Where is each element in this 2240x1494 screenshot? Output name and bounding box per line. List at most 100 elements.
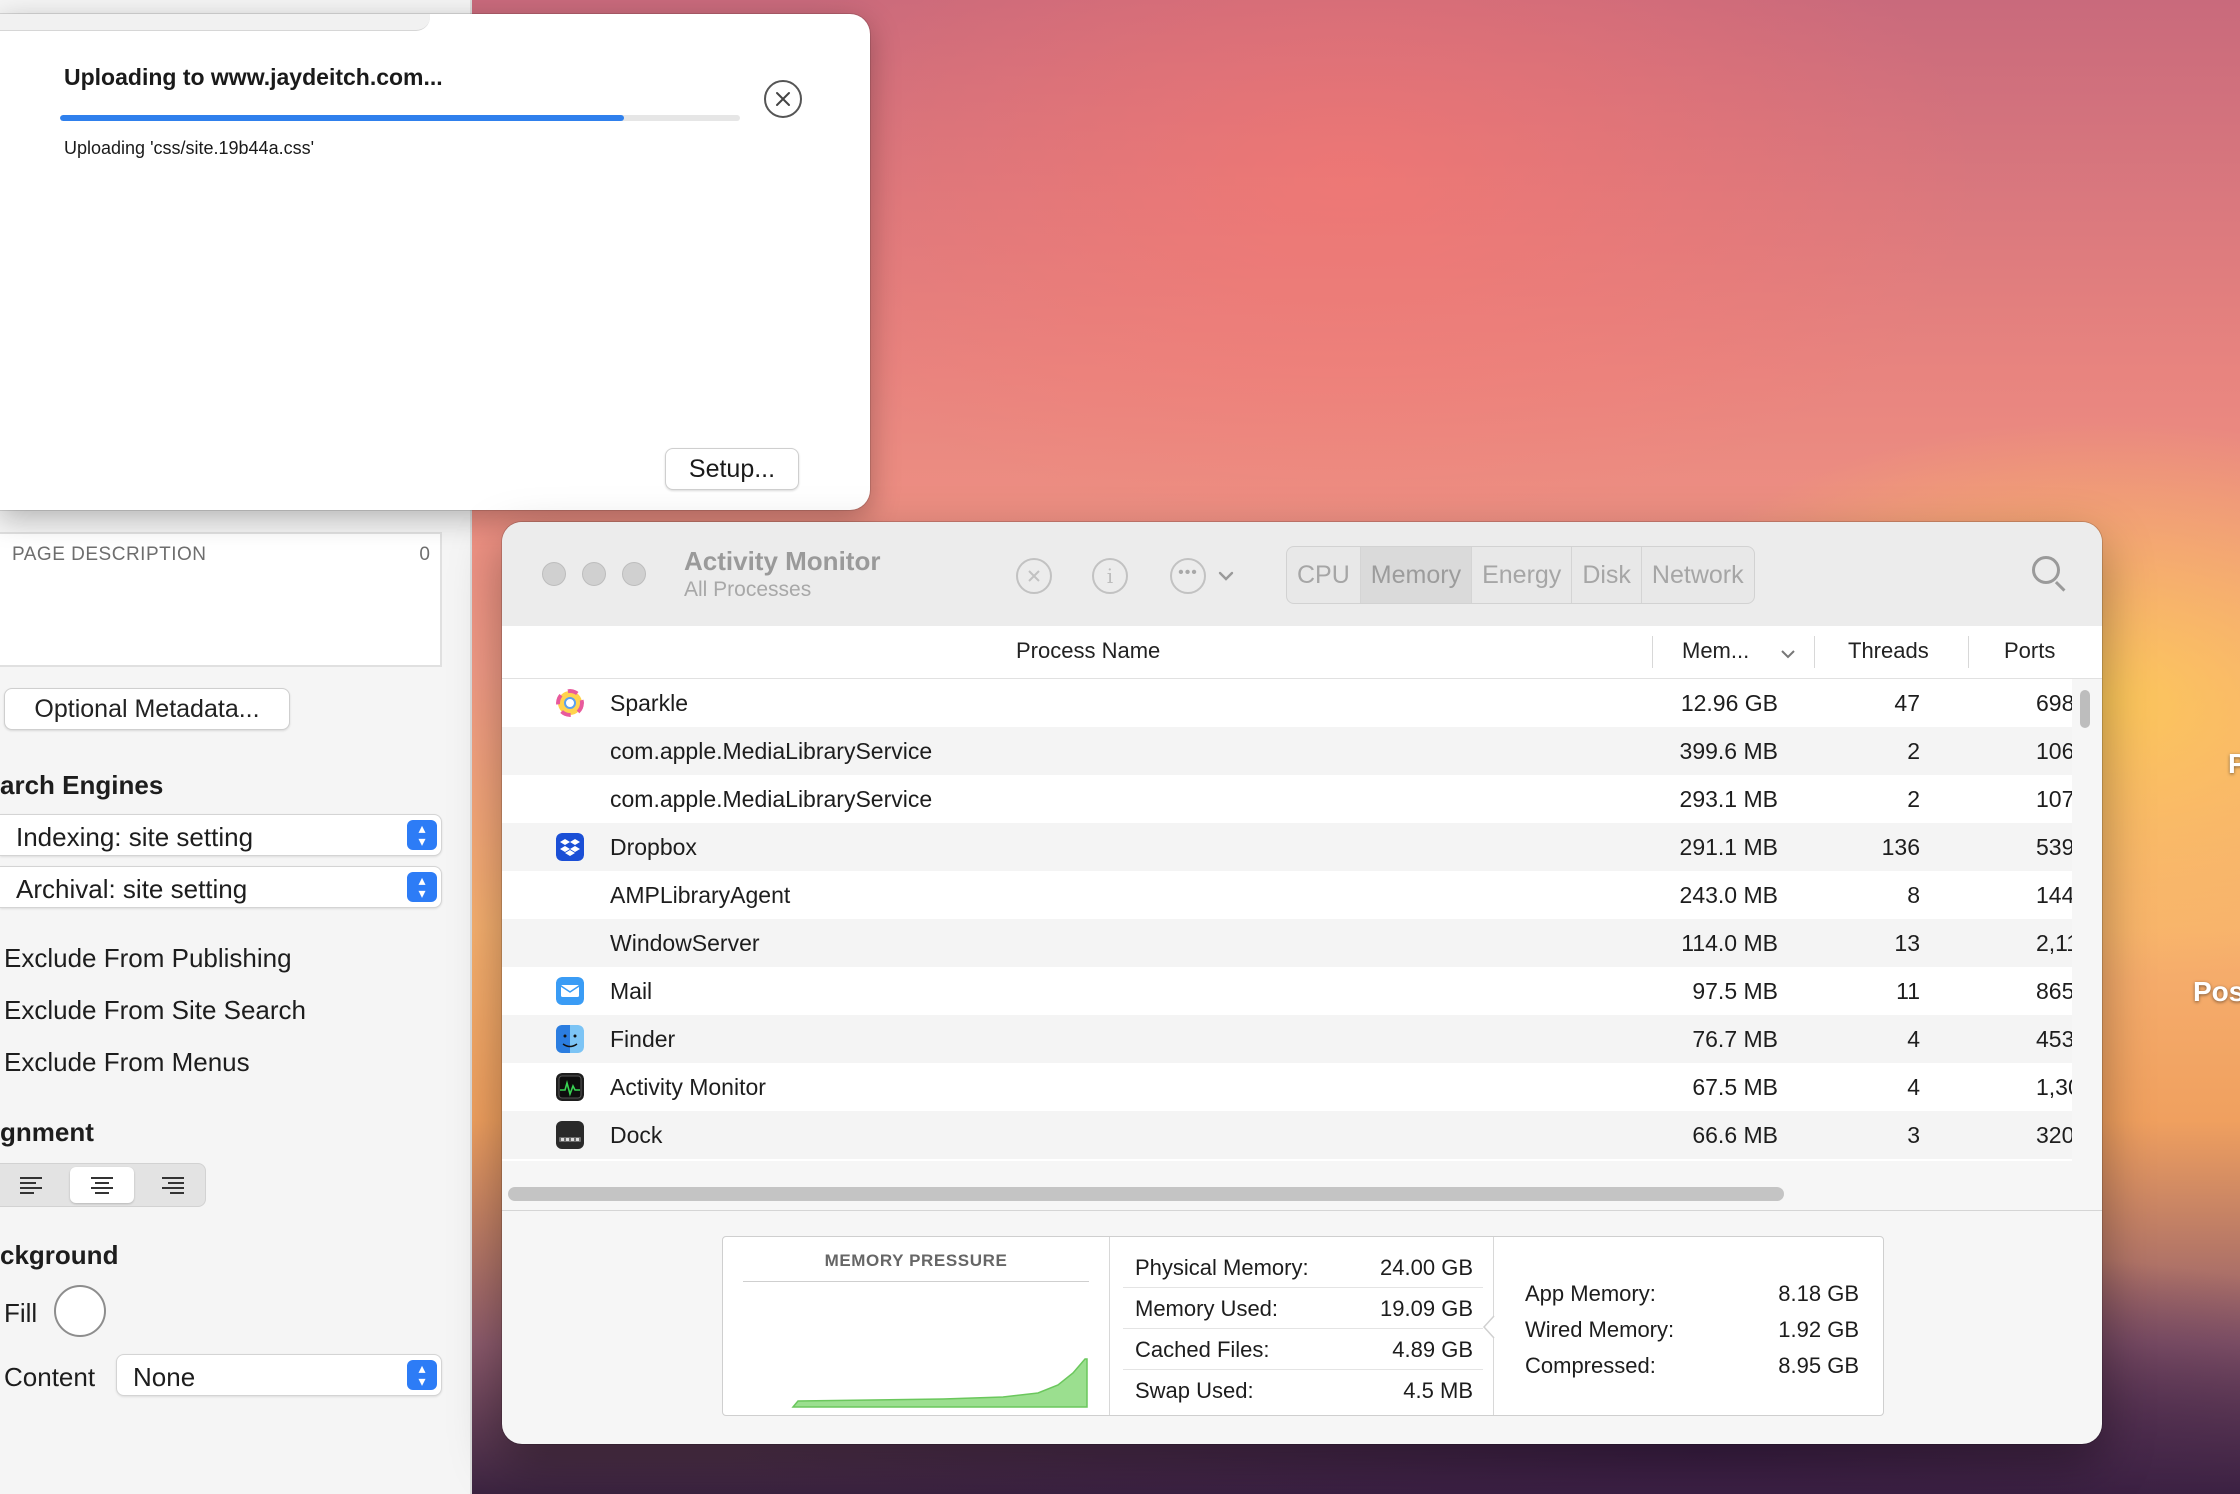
process-memory: 399.6 MB — [1679, 738, 1778, 764]
table-row[interactable]: Activity Monitor 67.5 MB 4 1,303 — [502, 1063, 2072, 1111]
process-name: com.apple.MediaLibraryService — [610, 786, 933, 812]
table-row[interactable]: Mail 97.5 MB 11 865 — [502, 967, 2072, 1015]
align-right-button[interactable] — [140, 1167, 204, 1203]
table-row[interactable]: Finder 76.7 MB 4 453 — [502, 1015, 2072, 1063]
stat-value: 8.95 GB — [1778, 1353, 1859, 1378]
process-threads: 2 — [1907, 738, 1920, 764]
window-zoom-button[interactable] — [622, 562, 646, 586]
search-icon[interactable] — [2032, 556, 2060, 584]
page-description-count: 0 — [419, 544, 430, 565]
process-name: Activity Monitor — [610, 1074, 766, 1100]
dropbox-icon — [556, 833, 584, 861]
stat-label: Wired Memory: — [1525, 1317, 1675, 1342]
tab-network[interactable]: Network — [1642, 547, 1754, 603]
background-title: ckground — [0, 1240, 119, 1270]
optional-metadata-button[interactable]: Optional Metadata... — [4, 688, 290, 730]
process-ports: 320 — [2036, 1122, 2072, 1148]
archival-stepper-icon: ▴ ▾ — [407, 872, 437, 902]
upload-sheet: Uploading to www.jaydeitch.com... Upload… — [0, 14, 870, 510]
setup-button[interactable]: Setup... — [665, 448, 799, 490]
stat-label: Compressed: — [1525, 1353, 1656, 1378]
align-center-button[interactable] — [70, 1167, 134, 1203]
process-name: Dropbox — [610, 834, 697, 860]
stat-value: 1.92 GB — [1778, 1317, 1859, 1342]
column-threads[interactable]: Threads — [1848, 638, 1929, 664]
vertical-scrollbar[interactable] — [2080, 690, 2090, 728]
process-ports: 2,119 — [2036, 930, 2072, 956]
process-table-body: Sparkle 12.96 GB 47 698 com.apple.MediaL… — [502, 679, 2072, 1161]
process-memory: 291.1 MB — [1679, 834, 1778, 860]
column-ports[interactable]: Ports — [2004, 638, 2055, 664]
exclude-publishing-checkbox[interactable]: Exclude From Publishing — [4, 943, 292, 974]
memory-pressure-rule — [743, 1281, 1089, 1282]
upload-title: Uploading to www.jaydeitch.com... — [64, 64, 443, 90]
tab-disk[interactable]: Disk — [1572, 547, 1642, 603]
stop-x-icon — [1028, 570, 1040, 582]
more-actions-button[interactable]: ••• — [1170, 558, 1206, 594]
process-threads: 13 — [1894, 930, 1920, 956]
align-left-icon — [20, 1175, 44, 1195]
chevron-down-icon[interactable] — [1218, 570, 1234, 582]
process-threads: 4 — [1907, 1026, 1920, 1052]
sort-descending-icon — [1781, 650, 1795, 659]
table-row[interactable]: Dropbox 291.1 MB 136 539 — [502, 823, 2072, 871]
table-row[interactable]: com.apple.MediaLibraryService 399.6 MB 2… — [502, 727, 2072, 775]
process-threads: 136 — [1881, 834, 1920, 860]
exclude-menus-checkbox[interactable]: Exclude From Menus — [4, 1047, 250, 1078]
window-minimize-button[interactable] — [582, 562, 606, 586]
fill-color-well[interactable] — [54, 1285, 106, 1337]
mail-icon — [556, 977, 584, 1005]
memory-pressure-label: MEMORY PRESSURE — [824, 1251, 1008, 1270]
column-memory[interactable]: Mem... — [1682, 638, 1749, 664]
table-row[interactable]: Sparkle 12.96 GB 47 698 — [502, 679, 2072, 727]
stop-process-button[interactable] — [1016, 558, 1052, 594]
archival-popup[interactable]: Archival: site setting ▴ ▾ — [0, 866, 442, 908]
horizontal-scrollbar[interactable] — [508, 1187, 1784, 1201]
memory-breakdown: App Memory: 8.18 GB Wired Memory: 1.92 G… — [1513, 1273, 1869, 1381]
process-threads: 47 — [1894, 690, 1920, 716]
process-memory: 293.1 MB — [1679, 786, 1778, 812]
table-row[interactable]: AMPLibraryAgent 243.0 MB 8 144 — [502, 871, 2072, 919]
memory-summary-panel: MEMORY PRESSURE Physical Memory: 24.00 G… — [722, 1236, 1884, 1416]
upload-sheet-notch — [0, 14, 430, 31]
process-ports: 144 — [2036, 882, 2072, 908]
process-ports: 1,303 — [2036, 1074, 2072, 1100]
table-row[interactable]: com.apple.MediaLibraryService 293.1 MB 2… — [502, 775, 2072, 823]
activity-monitor-window: Activity Monitor All Processes i ••• CPU… — [502, 522, 2102, 1444]
stat-memory-used: Memory Used: 19.09 GB — [1123, 1288, 1483, 1329]
content-stepper-icon: ▴ ▾ — [407, 1360, 437, 1390]
stat-label: Memory Used: — [1135, 1296, 1279, 1321]
process-ports: 698 — [2036, 690, 2072, 716]
table-row[interactable]: Dock 66.6 MB 3 320 — [502, 1111, 2072, 1159]
content-label: Content — [4, 1362, 96, 1392]
page-description-field[interactable]: PAGE DESCRIPTION 0 — [0, 532, 442, 667]
content-popup[interactable]: None ▴ ▾ — [116, 1354, 442, 1396]
cancel-upload-button[interactable] — [764, 80, 802, 118]
inspect-process-button[interactable]: i — [1092, 558, 1128, 594]
dock-icon — [556, 1121, 584, 1149]
table-row[interactable]: WindowServer 114.0 MB 13 2,119 — [502, 919, 2072, 967]
stat-label: Physical Memory: — [1135, 1255, 1309, 1280]
fill-label: Fill — [4, 1298, 38, 1328]
align-left-button[interactable] — [0, 1167, 64, 1203]
window-close-button[interactable] — [542, 562, 566, 586]
upload-progress-fill — [60, 115, 625, 121]
column-process-name[interactable]: Process Name — [1016, 638, 1160, 664]
exclude-site-search-checkbox[interactable]: Exclude From Site Search — [4, 995, 306, 1026]
stat-app-memory: App Memory: 8.18 GB — [1513, 1273, 1869, 1309]
process-threads: 2 — [1907, 786, 1920, 812]
tab-memory[interactable]: Memory — [1360, 547, 1473, 603]
column-divider — [1652, 636, 1653, 668]
tab-energy[interactable]: Energy — [1472, 547, 1573, 603]
process-threads: 4 — [1907, 1074, 1920, 1100]
chevron-left-icon — [1483, 1315, 1495, 1339]
page-description-label: PAGE DESCRIPTION — [12, 544, 207, 565]
alignment-title: gnment — [0, 1117, 94, 1147]
tab-cpu[interactable]: CPU — [1287, 547, 1361, 603]
desktop-label-2[interactable]: Pos — [2193, 976, 2240, 1008]
process-threads: 3 — [1907, 1122, 1920, 1148]
process-memory: 97.5 MB — [1692, 978, 1778, 1004]
desktop-label-1[interactable]: P — [2228, 748, 2240, 780]
indexing-popup[interactable]: Indexing: site setting ▴ ▾ — [0, 814, 442, 856]
stat-swap-used: Swap Used: 4.5 MB — [1123, 1370, 1483, 1410]
